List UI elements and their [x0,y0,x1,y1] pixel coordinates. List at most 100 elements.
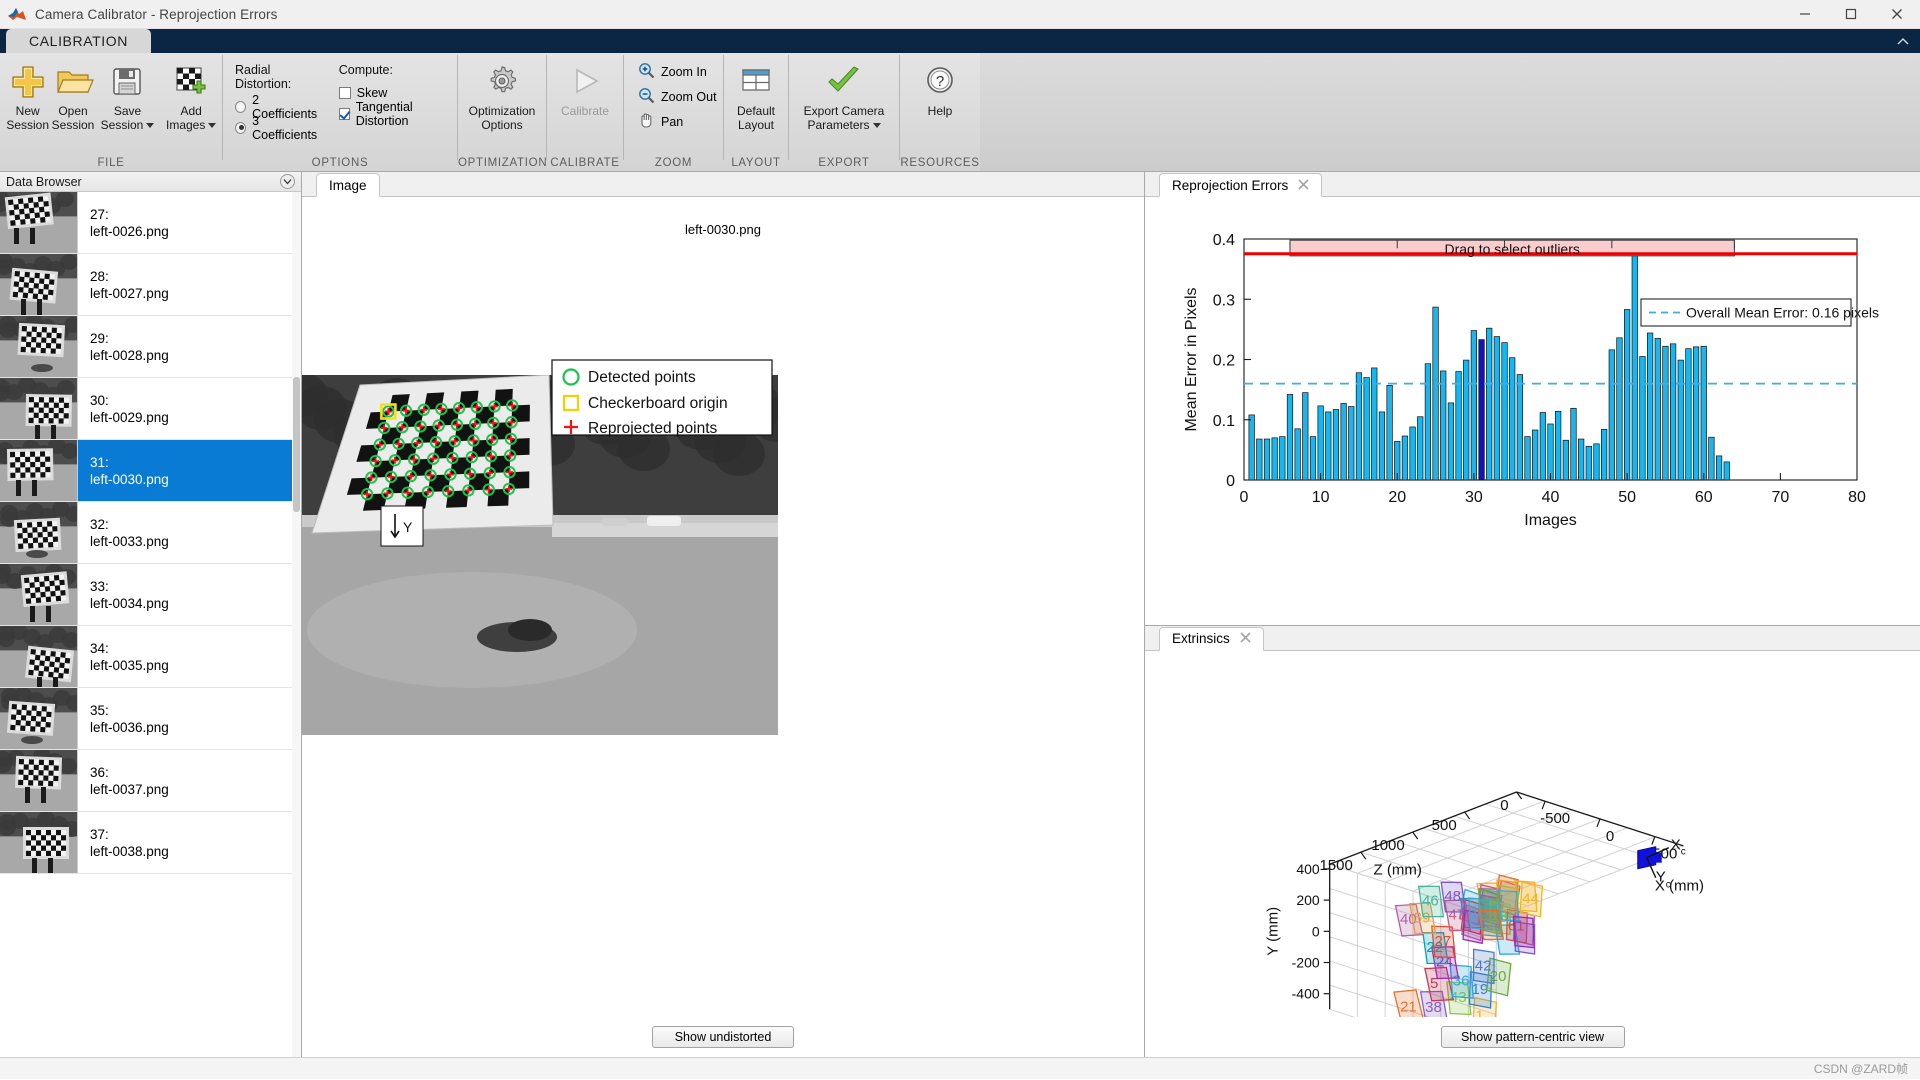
bar[interactable] [1655,338,1661,480]
bar[interactable] [1548,424,1554,480]
radio-3-coefficients-icon[interactable] [235,122,246,134]
bar[interactable] [1456,372,1462,480]
data-browser-chevron-down-icon[interactable] [280,174,295,189]
reprojection-errors-chart[interactable]: Drag to select outliers00.10.20.30.40102… [1145,197,1920,552]
bar[interactable] [1647,333,1653,480]
list-item[interactable]: 36:left-0037.png [0,750,301,812]
list-item[interactable]: 37:left-0038.png [0,812,301,874]
minimize-button[interactable] [1782,0,1828,29]
bar[interactable] [1502,343,1508,480]
bar[interactable] [1517,375,1523,480]
extrinsics-3d-plot[interactable]: -400-2000200400Y (mm)150010005000Z (mm)-… [1145,651,1920,971]
bar[interactable] [1349,407,1355,481]
tab-calibration[interactable]: CALIBRATION [6,29,151,53]
bar[interactable] [1272,438,1278,480]
bar[interactable] [1440,371,1446,480]
bar[interactable] [1701,346,1707,480]
bar[interactable] [1509,358,1515,480]
bar[interactable] [1601,429,1607,480]
bar[interactable] [1540,413,1546,480]
bar[interactable] [1571,408,1577,480]
bar[interactable] [1318,406,1324,480]
list-item[interactable]: 31:left-0030.png [0,440,301,502]
default-layout-button[interactable]: Default Layout [725,61,787,132]
bar[interactable] [1479,340,1485,480]
bar[interactable] [1410,427,1416,480]
zoom-in-button[interactable]: Zoom In [632,59,707,84]
bar[interactable] [1532,430,1538,480]
data-browser-list[interactable]: 27:left-0026.png28:left-0027.png29:left-… [0,192,301,1057]
bar[interactable] [1617,338,1623,480]
add-images-button[interactable]: Add Images [160,61,222,132]
bar[interactable] [1525,437,1531,480]
add-images-chevron-down-icon[interactable] [208,123,216,128]
tab-image[interactable]: Image [316,173,380,197]
list-item[interactable]: 28:left-0027.png [0,254,301,316]
list-item[interactable]: 33:left-0034.png [0,564,301,626]
checkbox-skew-icon[interactable] [339,87,351,99]
bar[interactable] [1333,410,1339,480]
list-item[interactable]: 35:left-0036.png [0,688,301,750]
maximize-button[interactable] [1828,0,1874,29]
bar[interactable] [1372,368,1378,480]
bar[interactable] [1402,436,1408,480]
image-display-area[interactable]: left-0030.png YDetected pointsCheckerboa… [302,197,1144,1017]
bar[interactable] [1425,364,1431,480]
list-item[interactable]: 34:left-0035.png [0,626,301,688]
reprojection-chart-area[interactable]: Drag to select outliers00.10.20.30.40102… [1145,197,1920,625]
save-session-button[interactable]: Save Session [97,61,159,132]
bar[interactable] [1709,437,1715,480]
bar[interactable] [1448,403,1454,480]
extrinsics-plot-area[interactable]: -400-2000200400Y (mm)150010005000Z (mm)-… [1145,651,1920,1018]
bar[interactable] [1686,349,1692,480]
tab-extrinsics[interactable]: Extrinsics [1159,627,1264,651]
bar[interactable] [1678,360,1684,480]
calibrate-button[interactable]: Calibrate [548,61,622,118]
minimize-ribbon-icon[interactable] [1894,32,1912,50]
bar[interactable] [1249,415,1255,480]
checkbox-tangential-distortion[interactable]: Tangential Distortion [339,103,457,124]
bar[interactable] [1433,307,1439,480]
bar[interactable] [1303,393,1309,480]
bar[interactable] [1693,347,1699,480]
bar[interactable] [1264,439,1270,480]
data-browser-scrollbar[interactable] [292,192,301,1057]
bar[interactable] [1417,417,1423,480]
bar[interactable] [1670,344,1676,480]
bar[interactable] [1640,356,1646,480]
bar[interactable] [1310,437,1316,480]
save-session-chevron-down-icon[interactable] [146,123,154,128]
close-button[interactable] [1874,0,1920,29]
bar[interactable] [1356,373,1362,480]
show-pattern-centric-view-button[interactable]: Show pattern-centric view [1441,1026,1625,1048]
bar[interactable] [1471,331,1477,480]
list-item[interactable]: 30:left-0029.png [0,378,301,440]
bar[interactable] [1663,346,1669,480]
bar[interactable] [1494,337,1500,480]
zoom-out-button[interactable]: Zoom Out [632,84,717,109]
bar[interactable] [1379,412,1385,480]
bar[interactable] [1341,403,1347,480]
bar[interactable] [1387,385,1393,480]
bar[interactable] [1257,439,1263,480]
scrollbar-thumb[interactable] [293,377,300,512]
list-item[interactable]: 27:left-0026.png [0,192,301,254]
bar[interactable] [1594,444,1600,480]
export-camera-parameters-button[interactable]: Export Camera Parameters [790,61,898,132]
bar[interactable] [1555,411,1561,480]
help-button[interactable]: ? Help [901,61,979,118]
bar[interactable] [1578,439,1584,480]
bar[interactable] [1295,429,1301,480]
bar[interactable] [1287,394,1293,480]
radio-2-coefficients-icon[interactable] [235,101,246,113]
bar[interactable] [1486,328,1492,480]
pan-button[interactable]: Pan [632,109,683,134]
bar[interactable] [1586,446,1592,480]
tab-reprojection-errors-close-icon[interactable] [1298,178,1309,193]
bar[interactable] [1280,437,1286,480]
bar[interactable] [1463,360,1469,480]
show-undistorted-button[interactable]: Show undistorted [652,1026,794,1048]
bar[interactable] [1632,252,1638,480]
bar[interactable] [1364,378,1370,480]
bar[interactable] [1563,440,1569,480]
